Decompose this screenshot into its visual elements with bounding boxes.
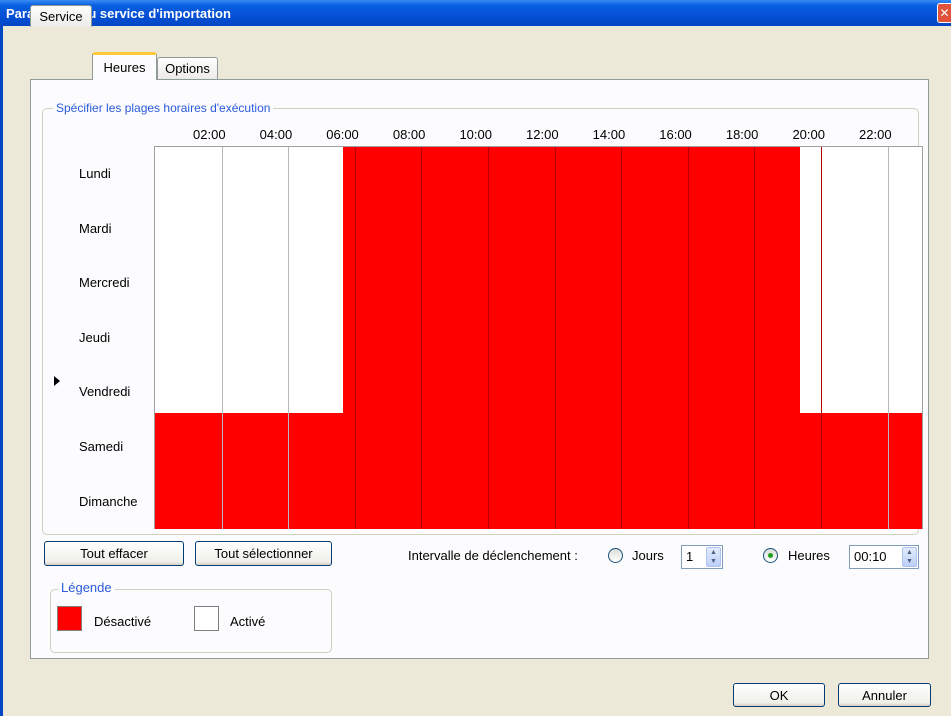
time-label: 20:00: [792, 127, 825, 142]
day-label: Mercredi: [79, 275, 130, 290]
disabled-swatch: [57, 606, 82, 631]
close-icon[interactable]: ✕: [937, 3, 951, 23]
tab-service[interactable]: Service: [30, 5, 92, 27]
time-label: 02:00: [193, 127, 226, 142]
day-label: Mardi: [79, 221, 112, 236]
hours-spinner[interactable]: 00:10 ▲ ▼: [849, 545, 919, 569]
hours-radio-label[interactable]: Heures: [788, 548, 830, 563]
grid-hour-line: [621, 147, 622, 529]
grid-hour-line: [355, 147, 356, 529]
grid-hour-line: [421, 147, 422, 529]
radio-selected-dot: [768, 553, 773, 558]
time-label: 06:00: [326, 127, 359, 142]
days-radio[interactable]: [608, 548, 623, 563]
day-label: Dimanche: [79, 494, 138, 509]
time-label: 16:00: [659, 127, 692, 142]
disabled-legend-label: Désactivé: [94, 614, 152, 629]
tab-options[interactable]: Options: [157, 57, 218, 79]
days-value: 1: [686, 549, 694, 564]
interval-label: Intervalle de déclenchement :: [408, 548, 578, 563]
ok-button[interactable]: OK: [733, 683, 825, 707]
time-label: 10:00: [459, 127, 492, 142]
schedule-group-label: Spécifier les plages horaires d'exécutio…: [53, 101, 274, 115]
time-label: 18:00: [725, 127, 759, 142]
grid-hour-line: [288, 147, 289, 529]
time-label: 08:00: [392, 127, 426, 142]
cancel-button[interactable]: Annuler: [838, 683, 931, 707]
grid-hour-line: [222, 147, 223, 529]
legend-groupbox: [50, 589, 332, 653]
grid-hour-line: [821, 147, 822, 529]
hours-radio[interactable]: [763, 548, 778, 563]
window-border: [0, 26, 3, 716]
grid-hour-line: [688, 147, 689, 529]
legend-title: Légende: [58, 580, 115, 595]
grid-hour-line: [488, 147, 489, 529]
window-titlebar: Paramètres du service d'importation: [0, 0, 951, 26]
days-radio-label[interactable]: Jours: [632, 548, 664, 563]
grid-hour-line: [555, 147, 556, 529]
select-all-button[interactable]: Tout sélectionner: [195, 541, 332, 566]
current-row-arrow-icon: [54, 376, 60, 386]
day-label: Samedi: [79, 439, 124, 454]
tab-heures[interactable]: Heures: [92, 52, 157, 80]
hours-spin-arrows-icon[interactable]: ▲ ▼: [902, 547, 917, 567]
grid-hour-line: [888, 147, 889, 529]
time-label: 04:00: [259, 127, 293, 142]
day-label: Vendredi: [79, 384, 131, 399]
grid-hour-line: [754, 147, 755, 529]
day-label: Jeudi: [79, 330, 111, 345]
time-label: 12:00: [526, 127, 559, 142]
enabled-swatch: [194, 606, 219, 631]
hours-value: 00:10: [854, 549, 887, 564]
disabled-block-weekend[interactable]: [155, 413, 922, 529]
days-spin-arrows-icon[interactable]: ▲ ▼: [706, 547, 721, 567]
enabled-legend-label: Activé: [230, 614, 266, 629]
clear-all-button[interactable]: Tout effacer: [44, 541, 184, 566]
day-label: Lundi: [79, 166, 111, 181]
time-label: 22:00: [859, 127, 892, 142]
time-label: 14:00: [592, 127, 626, 142]
days-spinner[interactable]: 1 ▲ ▼: [681, 545, 723, 569]
